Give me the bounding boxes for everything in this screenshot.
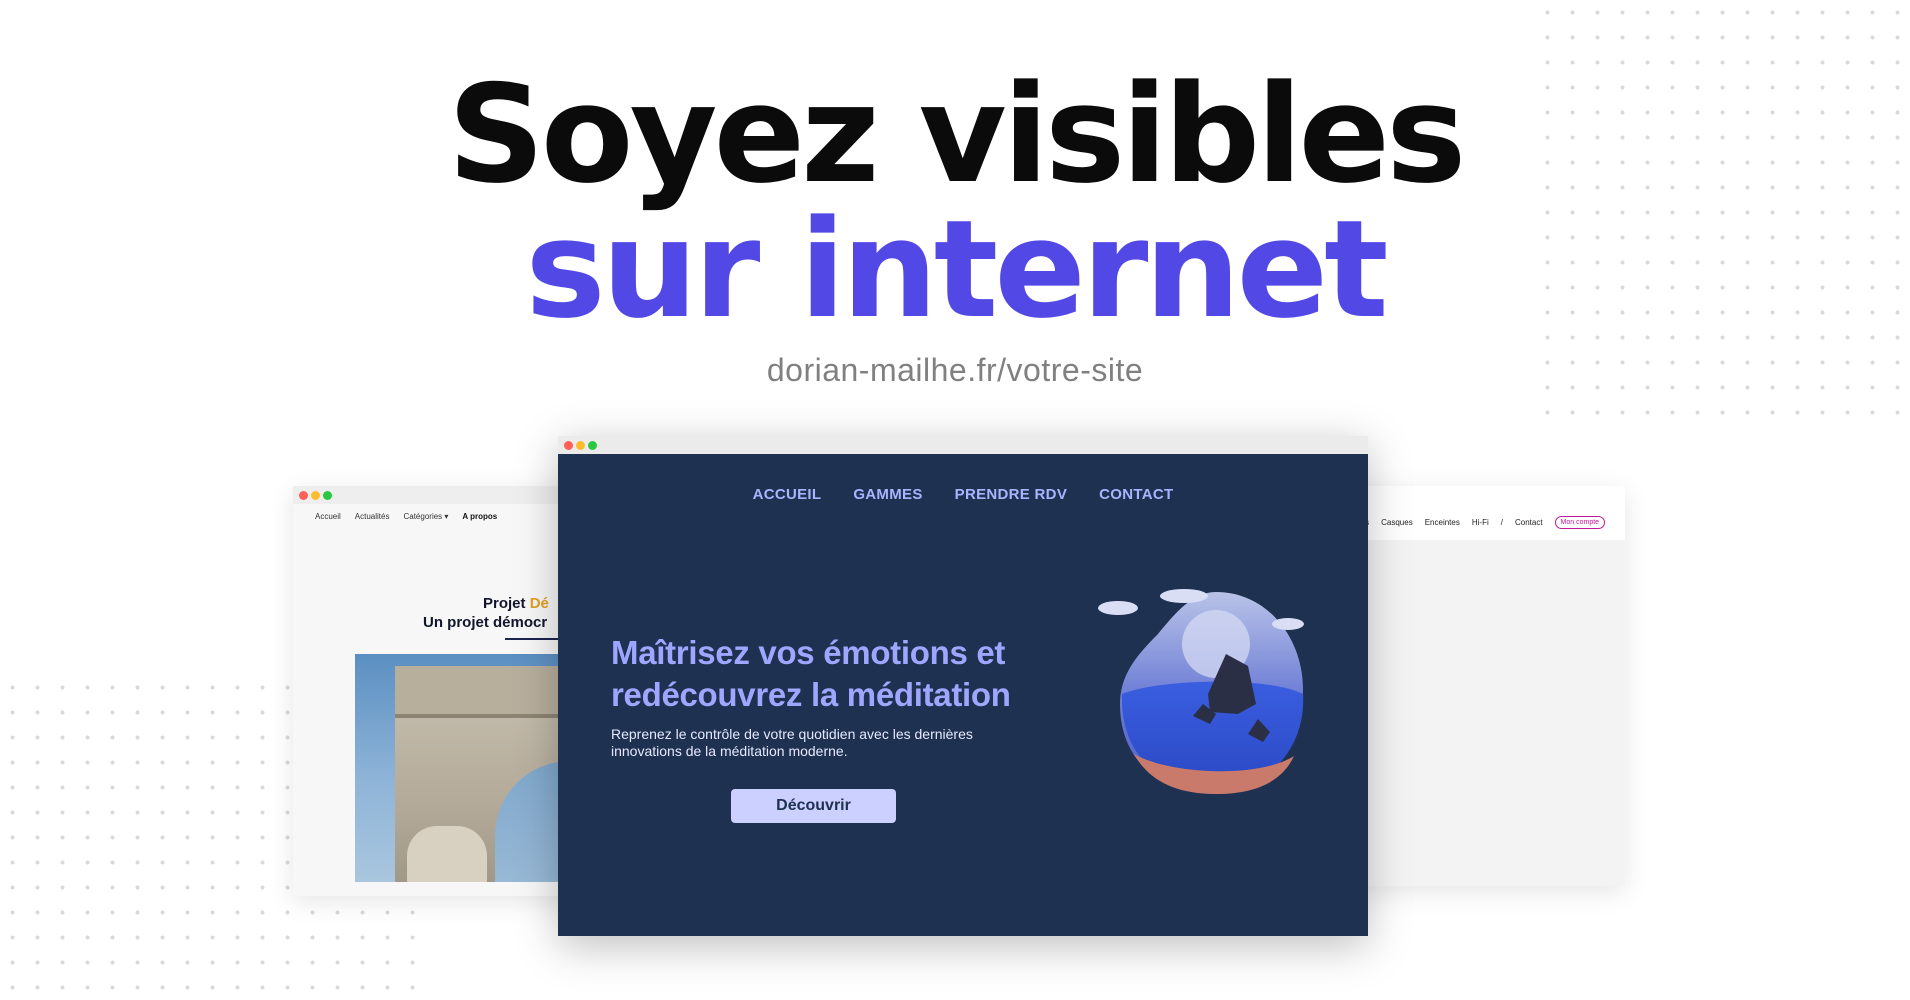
headline-line-2: sur internet — [525, 191, 1388, 348]
account-button[interactable]: Mon compte — [1554, 516, 1606, 529]
title-part-1: Projet — [483, 595, 530, 612]
site-url[interactable]: dorian-mailhe.fr/votre-site — [0, 352, 1910, 389]
nav-a-propos[interactable]: A propos — [462, 512, 497, 521]
left-site-title: Projet Dé Un projet démocr — [423, 594, 549, 632]
minimize-dot-icon[interactable] — [311, 491, 320, 500]
meditation-island-icon — [1098, 589, 1304, 794]
nav-casques[interactable]: Casques — [1381, 518, 1413, 527]
title-line-2: Un projet démocr — [423, 614, 548, 631]
maximize-dot-icon[interactable] — [323, 491, 332, 500]
nav-accueil[interactable]: Accueil — [315, 512, 341, 521]
nav-accueil[interactable]: ACCUEIL — [753, 486, 822, 503]
nav-prendre-rdv[interactable]: PRENDRE RDV — [955, 486, 1067, 503]
hero-description: Reprenez le contrôle de votre quotidien … — [611, 726, 973, 759]
headline-line-1: Soyez visibles — [447, 56, 1467, 213]
close-dot-icon[interactable] — [299, 491, 308, 500]
nav-hifi[interactable]: Hi-Fi — [1472, 518, 1489, 527]
nav-separator: / — [1500, 518, 1503, 527]
nav-categories[interactable]: Catégories ▾ — [403, 512, 448, 521]
hero-title: Maîtrisez vos émotions et redécouvrez la… — [611, 634, 1011, 713]
nav-enceintes[interactable]: Enceintes — [1425, 518, 1460, 527]
nav-contact[interactable]: Contact — [1515, 518, 1543, 527]
center-site-window: ACCUEIL GAMMES PRENDRE RDV CONTACT Maîtr… — [558, 436, 1368, 936]
close-dot-icon[interactable] — [564, 441, 573, 450]
nav-gammes[interactable]: GAMMES — [853, 486, 922, 503]
left-site-nav: Accueil Actualités Catégories ▾ A propos — [315, 512, 497, 521]
right-site-window: urs Casques Enceintes Hi-Fi / Contact Mo… — [1330, 486, 1625, 886]
minimize-dot-icon[interactable] — [576, 441, 585, 450]
nav-actualites[interactable]: Actualités — [355, 512, 390, 521]
right-site-navbar: urs Casques Enceintes Hi-Fi / Contact Mo… — [1330, 486, 1625, 540]
discover-button[interactable]: Découvrir — [731, 789, 896, 823]
center-site-nav: ACCUEIL GAMMES PRENDRE RDV CONTACT — [558, 486, 1368, 503]
nav-contact[interactable]: CONTACT — [1099, 486, 1173, 503]
maximize-dot-icon[interactable] — [588, 441, 597, 450]
browser-chrome — [558, 436, 1368, 454]
arch-sculpture — [407, 826, 487, 882]
sound-wave-logo-icon — [1461, 643, 1581, 781]
title-part-2: Dé — [529, 595, 549, 612]
